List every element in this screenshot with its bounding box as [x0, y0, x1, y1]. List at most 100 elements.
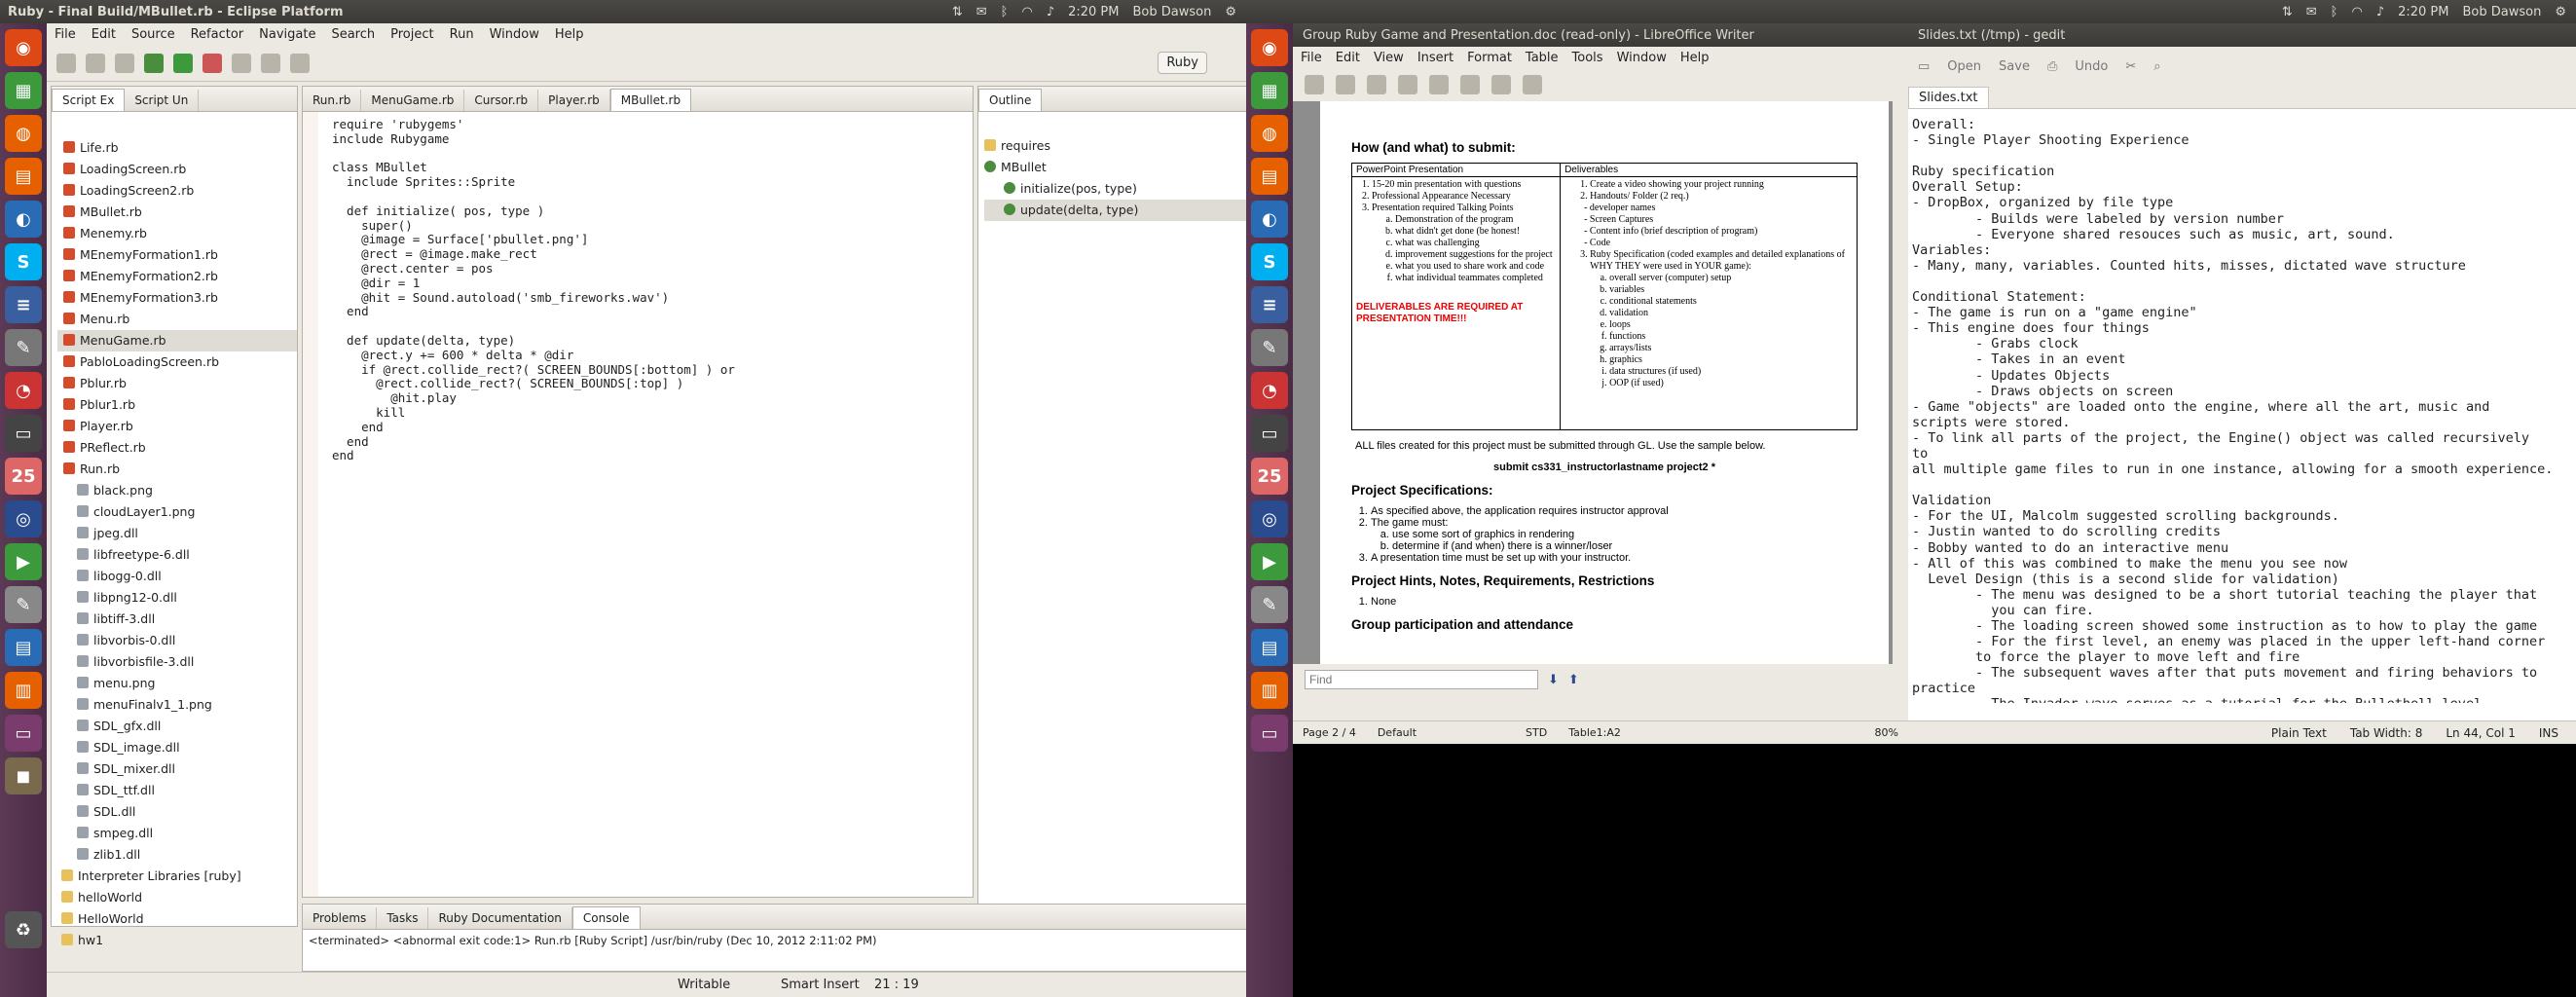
tool-icon[interactable]: ◔ — [1251, 372, 1288, 409]
gedit-text[interactable]: Overall: - Single Player Shooting Experi… — [1908, 109, 2576, 703]
tab-run[interactable]: Run.rb — [303, 90, 362, 111]
status-tabwidth[interactable]: Tab Width: 8 — [2350, 726, 2422, 740]
screen-icon[interactable]: ▭ — [5, 715, 42, 752]
new-icon[interactable] — [56, 53, 76, 73]
terminal-icon[interactable]: ▭ — [1251, 415, 1288, 452]
bluetooth-icon[interactable]: ᛒ — [2331, 5, 2338, 19]
back-icon[interactable] — [261, 53, 280, 73]
calc-icon[interactable]: ▦ — [1251, 72, 1288, 109]
tree-item[interactable]: SDL_image.dll — [57, 737, 297, 758]
menu-tools[interactable]: Tools — [1572, 51, 1603, 65]
outline-update[interactable]: update(delta, type) — [984, 200, 1246, 221]
writer-icon[interactable]: ▤ — [5, 629, 42, 666]
app-icon[interactable]: ◐ — [5, 201, 42, 238]
menu-navigate[interactable]: Navigate — [259, 27, 315, 42]
menu-window[interactable]: Window — [490, 27, 539, 42]
menu-edit[interactable]: Edit — [1336, 51, 1360, 65]
search-icon[interactable]: ⌕ — [2153, 59, 2160, 74]
mail-icon[interactable] — [1398, 75, 1417, 94]
outline-class[interactable]: MBullet — [984, 157, 1246, 178]
tree-item[interactable]: MEnemyFormation1.rb — [57, 244, 297, 266]
menu-search[interactable]: Search — [331, 27, 375, 42]
status-zoom[interactable]: 80% — [1875, 726, 1898, 739]
menu-file[interactable]: File — [55, 27, 76, 42]
tree-item[interactable]: smpeg.dll — [57, 823, 297, 844]
outline-requires[interactable]: requires — [984, 135, 1246, 157]
tab-console[interactable]: Console — [571, 906, 641, 929]
trash-icon[interactable]: ♻ — [5, 911, 42, 948]
tree-item[interactable]: Pblur1.rb — [57, 394, 297, 416]
tree-item[interactable]: libfreetype-6.dll — [57, 544, 297, 566]
menu-window[interactable]: Window — [1617, 51, 1667, 65]
new-icon[interactable]: ▭ — [1918, 59, 1930, 74]
dash-icon[interactable]: ◉ — [5, 29, 42, 66]
menu-file[interactable]: File — [1301, 51, 1322, 65]
tree-item[interactable]: Pblur.rb — [57, 373, 297, 394]
files-icon[interactable]: ▤ — [1251, 158, 1288, 195]
tab-player[interactable]: Player.rb — [538, 90, 610, 111]
tree-item[interactable]: LoadingScreen.rb — [57, 159, 297, 180]
pdf-icon[interactable] — [1460, 75, 1480, 94]
menu-help[interactable]: Help — [1680, 51, 1710, 65]
user-menu[interactable]: Bob Dawson — [2463, 5, 2542, 19]
tree-item[interactable]: LoadingScreen2.rb — [57, 180, 297, 202]
debug-icon[interactable] — [144, 53, 164, 73]
save-icon[interactable] — [1367, 75, 1386, 94]
tree-item[interactable]: libtiff-3.dll — [57, 609, 297, 630]
tool-icon[interactable]: ◔ — [5, 372, 42, 409]
undo-button[interactable]: Undo — [2075, 59, 2108, 74]
menu-run[interactable]: Run — [450, 27, 474, 42]
mail-icon[interactable]: ✉ — [2306, 5, 2317, 19]
tree-item[interactable]: menuFinalv1_1.png — [57, 694, 297, 716]
wifi-icon[interactable]: ◠ — [1021, 5, 1032, 19]
tree-item[interactable]: libvorbis-0.dll — [57, 630, 297, 651]
mail-icon[interactable]: ✉ — [976, 5, 987, 19]
tree-item[interactable]: Player.rb — [57, 416, 297, 437]
settings-icon[interactable]: ✎ — [1251, 329, 1288, 366]
tree-item[interactable]: libvorbisfile-3.dll — [57, 651, 297, 673]
edit-icon[interactable] — [1429, 75, 1449, 94]
badge-icon[interactable]: 25 — [5, 458, 42, 495]
dash-icon[interactable]: ◉ — [1251, 29, 1288, 66]
user-menu[interactable]: Bob Dawson — [1133, 5, 1212, 19]
gear-icon[interactable]: ⚙ — [1225, 5, 1236, 19]
files-icon[interactable]: ▤ — [5, 158, 42, 195]
calc-icon[interactable]: ▦ — [5, 72, 42, 109]
tree-item[interactable]: cloudLayer1.png — [57, 501, 297, 523]
skype-icon[interactable]: S — [1251, 243, 1288, 280]
tree-item[interactable]: MBullet.rb — [57, 202, 297, 223]
tree-item[interactable]: helloWorld — [57, 887, 297, 908]
preview-icon[interactable] — [1523, 75, 1542, 94]
network-icon[interactable]: ⇅ — [952, 5, 963, 19]
cut-icon[interactable]: ✂ — [2125, 59, 2136, 74]
firefox-icon[interactable]: ◍ — [5, 115, 42, 152]
eclipse-icon[interactable]: ≡ — [1251, 286, 1288, 323]
eclipse2-icon[interactable]: ◎ — [5, 500, 42, 537]
new-doc-icon[interactable] — [1305, 75, 1324, 94]
menu-table[interactable]: Table — [1526, 51, 1559, 65]
tree-item[interactable]: SDL_ttf.dll — [57, 780, 297, 801]
print-icon[interactable] — [115, 53, 134, 73]
tab-tasks[interactable]: Tasks — [377, 907, 429, 929]
tree-item[interactable]: HelloWorld — [57, 908, 297, 930]
tree-item[interactable]: Interpreter Libraries [ruby] — [57, 866, 297, 887]
tree-item[interactable]: SDL.dll — [57, 801, 297, 823]
tree-item[interactable]: Life.rb — [57, 137, 297, 159]
tree-item[interactable]: MEnemyFormation3.rb — [57, 287, 297, 309]
tree-item[interactable]: Menemy.rb — [57, 223, 297, 244]
network-icon[interactable]: ⇅ — [2282, 5, 2293, 19]
print-icon[interactable]: ⎙ — [2047, 59, 2057, 74]
skype-icon[interactable]: S — [5, 243, 42, 280]
forward-icon[interactable] — [290, 53, 310, 73]
tree-item[interactable]: PReflect.rb — [57, 437, 297, 459]
tree-item[interactable]: black.png — [57, 480, 297, 501]
bluetooth-icon[interactable]: ᛒ — [1001, 5, 1009, 19]
menu-refactor[interactable]: Refactor — [191, 27, 244, 42]
menu-help[interactable]: Help — [555, 27, 584, 42]
store-icon[interactable]: ◼ — [5, 757, 42, 794]
menu-project[interactable]: Project — [390, 27, 433, 42]
tab-script-explorer[interactable]: Script Ex — [52, 89, 126, 111]
outline-initialize[interactable]: initialize(pos, type) — [984, 178, 1246, 200]
code-text[interactable]: require 'rubygems' include Rubygame clas… — [303, 112, 973, 463]
tab-mbullet[interactable]: MBullet.rb — [609, 89, 692, 111]
